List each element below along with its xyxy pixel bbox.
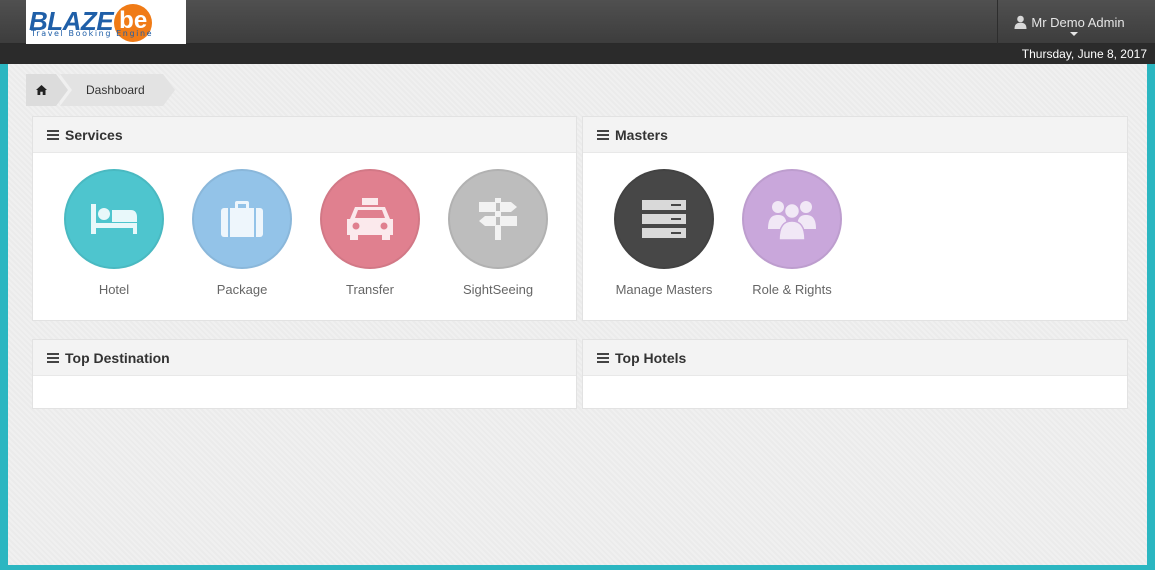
- masters-panel-header: Masters: [583, 117, 1127, 153]
- user-name: Mr Demo Admin: [1031, 14, 1125, 30]
- top-navbar: BLAZE be Travel Booking Engine Mr Demo A…: [0, 0, 1155, 44]
- panel-title: Services: [65, 126, 123, 143]
- top-hotels-header: Top Hotels: [583, 340, 1127, 376]
- bars-icon: [47, 351, 59, 365]
- caret-down-icon: [1069, 32, 1078, 36]
- manage-masters-label: Manage Masters: [615, 282, 713, 297]
- role-rights-label: Role & Rights: [752, 282, 832, 297]
- logo-tagline: Travel Booking Engine: [31, 28, 154, 38]
- transfer-label: Transfer: [346, 282, 394, 297]
- brand-logo[interactable]: BLAZE be Travel Booking Engine: [26, 0, 186, 44]
- panel-title: Top Destination: [65, 349, 170, 366]
- top-destination-header: Top Destination: [33, 340, 576, 376]
- bars-icon: [597, 351, 609, 365]
- role-rights-tile[interactable]: Role & Rights: [742, 169, 842, 297]
- taxi-icon: [347, 198, 393, 240]
- home-icon: [35, 85, 47, 95]
- transfer-circle[interactable]: [320, 169, 420, 269]
- current-date: Thursday, June 8, 2017: [1021, 47, 1147, 61]
- masters-panel: Masters Manage Masters Role & Rights: [582, 116, 1128, 321]
- panel-title: Top Hotels: [615, 349, 687, 366]
- bars-icon: [47, 128, 59, 142]
- package-tile[interactable]: Package: [192, 169, 292, 297]
- user-icon: [1014, 15, 1027, 29]
- package-circle[interactable]: [192, 169, 292, 269]
- signpost-icon: [479, 198, 517, 240]
- manage-masters-tile[interactable]: Manage Masters: [614, 169, 714, 297]
- server-icon: [642, 200, 686, 238]
- main-content: Dashboard Services Hotel Package Transfe…: [8, 64, 1147, 565]
- panel-title: Masters: [615, 126, 668, 143]
- manage-masters-circle[interactable]: [614, 169, 714, 269]
- package-label: Package: [216, 282, 268, 297]
- users-icon: [768, 201, 816, 241]
- services-panel: Services Hotel Package Transfer SightSee…: [32, 116, 577, 321]
- user-menu-button[interactable]: Mr Demo Admin: [997, 0, 1141, 44]
- suitcase-icon: [221, 201, 263, 237]
- breadcrumb: Dashboard: [26, 74, 175, 106]
- hotel-label: Hotel: [98, 282, 130, 297]
- hotel-circle[interactable]: [64, 169, 164, 269]
- breadcrumb-dashboard[interactable]: Dashboard: [60, 74, 175, 106]
- date-bar: Thursday, June 8, 2017: [0, 44, 1155, 64]
- breadcrumb-home[interactable]: [26, 74, 68, 106]
- sightseeing-tile[interactable]: SightSeeing: [448, 169, 548, 297]
- role-rights-circle[interactable]: [742, 169, 842, 269]
- hotel-tile[interactable]: Hotel: [64, 169, 164, 297]
- transfer-tile[interactable]: Transfer: [320, 169, 420, 297]
- sightseeing-label: SightSeeing: [462, 282, 534, 297]
- top-hotels-panel: Top Hotels: [582, 339, 1128, 409]
- services-panel-header: Services: [33, 117, 576, 153]
- bed-icon: [91, 204, 137, 234]
- sightseeing-circle[interactable]: [448, 169, 548, 269]
- top-destination-panel: Top Destination: [32, 339, 577, 409]
- bars-icon: [597, 128, 609, 142]
